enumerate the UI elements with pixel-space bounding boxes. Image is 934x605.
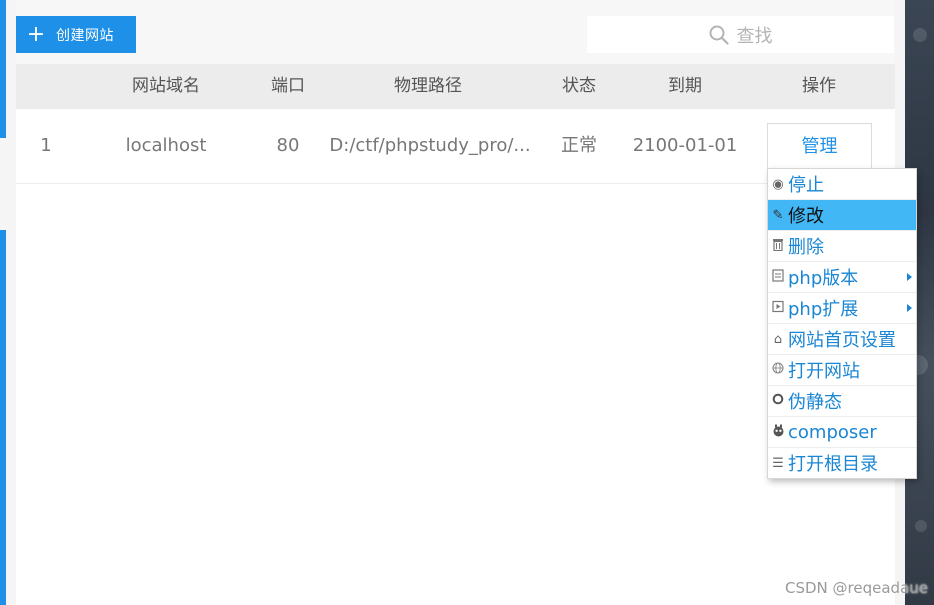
column-header-expire: 到期 [668,76,702,96]
row-index: 1 [40,135,52,156]
manage-button[interactable]: 管理 [767,123,872,170]
menu-item-label: 伪静态 [788,392,842,413]
row-path: D:/ctf/phpstudy_pro/... [329,135,531,156]
globe-icon [768,362,788,378]
menu-item-open-website[interactable]: 打开网站 [768,355,916,386]
app-window: + 创建网站 查找 网站域名 端口 物理路径 状态 到期 操作 1 localh… [0,0,934,605]
table-row: 1 localhost 80 D:/ctf/phpstudy_pro/... 正… [16,109,895,184]
menu-item-homepage-settings[interactable]: ⌂ 网站首页设置 [768,324,916,355]
create-website-label: 创建网站 [56,27,114,44]
search-icon [709,25,729,45]
stop-icon: ◉ [772,176,784,192]
plus-icon: + [26,22,46,47]
row-port: 80 [276,135,300,156]
menu-item-label: composer [788,421,877,443]
php-extension-icon [768,300,788,317]
column-header-action: 操作 [802,76,836,96]
submenu-arrow-icon [907,273,912,281]
column-header-path: 物理路径 [394,76,462,96]
menu-item-label: 停止 [788,175,824,196]
list-icon: ☰ [772,455,784,471]
menu-item-composer[interactable]: composer [768,417,916,448]
menu-item-label: php版本 [788,268,859,289]
edit-icon: ✎ [772,207,784,223]
column-header-port: 端口 [271,76,305,96]
menu-item-label: 打开网站 [788,361,860,382]
menu-item-label: 删除 [788,237,824,258]
left-accent-bar [0,0,6,138]
menu-item-edit[interactable]: ✎ 修改 [768,200,916,231]
composer-icon [768,424,788,441]
home-icon: ⌂ [773,331,783,347]
menu-item-php-version[interactable]: php版本 [768,262,916,293]
menu-item-label: 打开根目录 [788,454,878,475]
menu-item-delete[interactable]: 删除 [768,231,916,262]
menu-item-label: 修改 [788,206,824,227]
menu-item-open-root-directory[interactable]: ☰ 打开根目录 [768,448,916,478]
search-input[interactable]: 查找 [587,16,894,53]
submenu-arrow-icon [907,304,912,312]
left-accent-bar [0,230,6,605]
watermark: CSDN @reqeadaue [785,579,928,597]
menu-item-stop[interactable]: ◉ 停止 [768,169,916,200]
rewrite-icon [768,393,788,409]
row-domain: localhost [125,135,207,156]
menu-item-php-extension[interactable]: php扩展 [768,293,916,324]
column-header-status: 状态 [562,76,596,96]
table-header: 网站域名 端口 物理路径 状态 到期 操作 [16,64,895,109]
manage-dropdown-menu: ◉ 停止 ✎ 修改 删除 php版本 php扩展 ⌂ 网站首页设置 打开网站 伪… [767,168,917,479]
row-expire: 2100-01-01 [632,135,738,156]
create-website-button[interactable]: + 创建网站 [16,16,136,53]
trash-icon [768,238,788,255]
row-status: 正常 [561,135,597,156]
column-header-domain: 网站域名 [132,76,200,96]
php-version-icon [768,268,788,286]
menu-item-label: 网站首页设置 [788,330,896,351]
menu-item-rewrite[interactable]: 伪静态 [768,386,916,417]
menu-item-label: php扩展 [788,299,859,320]
search-placeholder: 查找 [736,25,773,47]
